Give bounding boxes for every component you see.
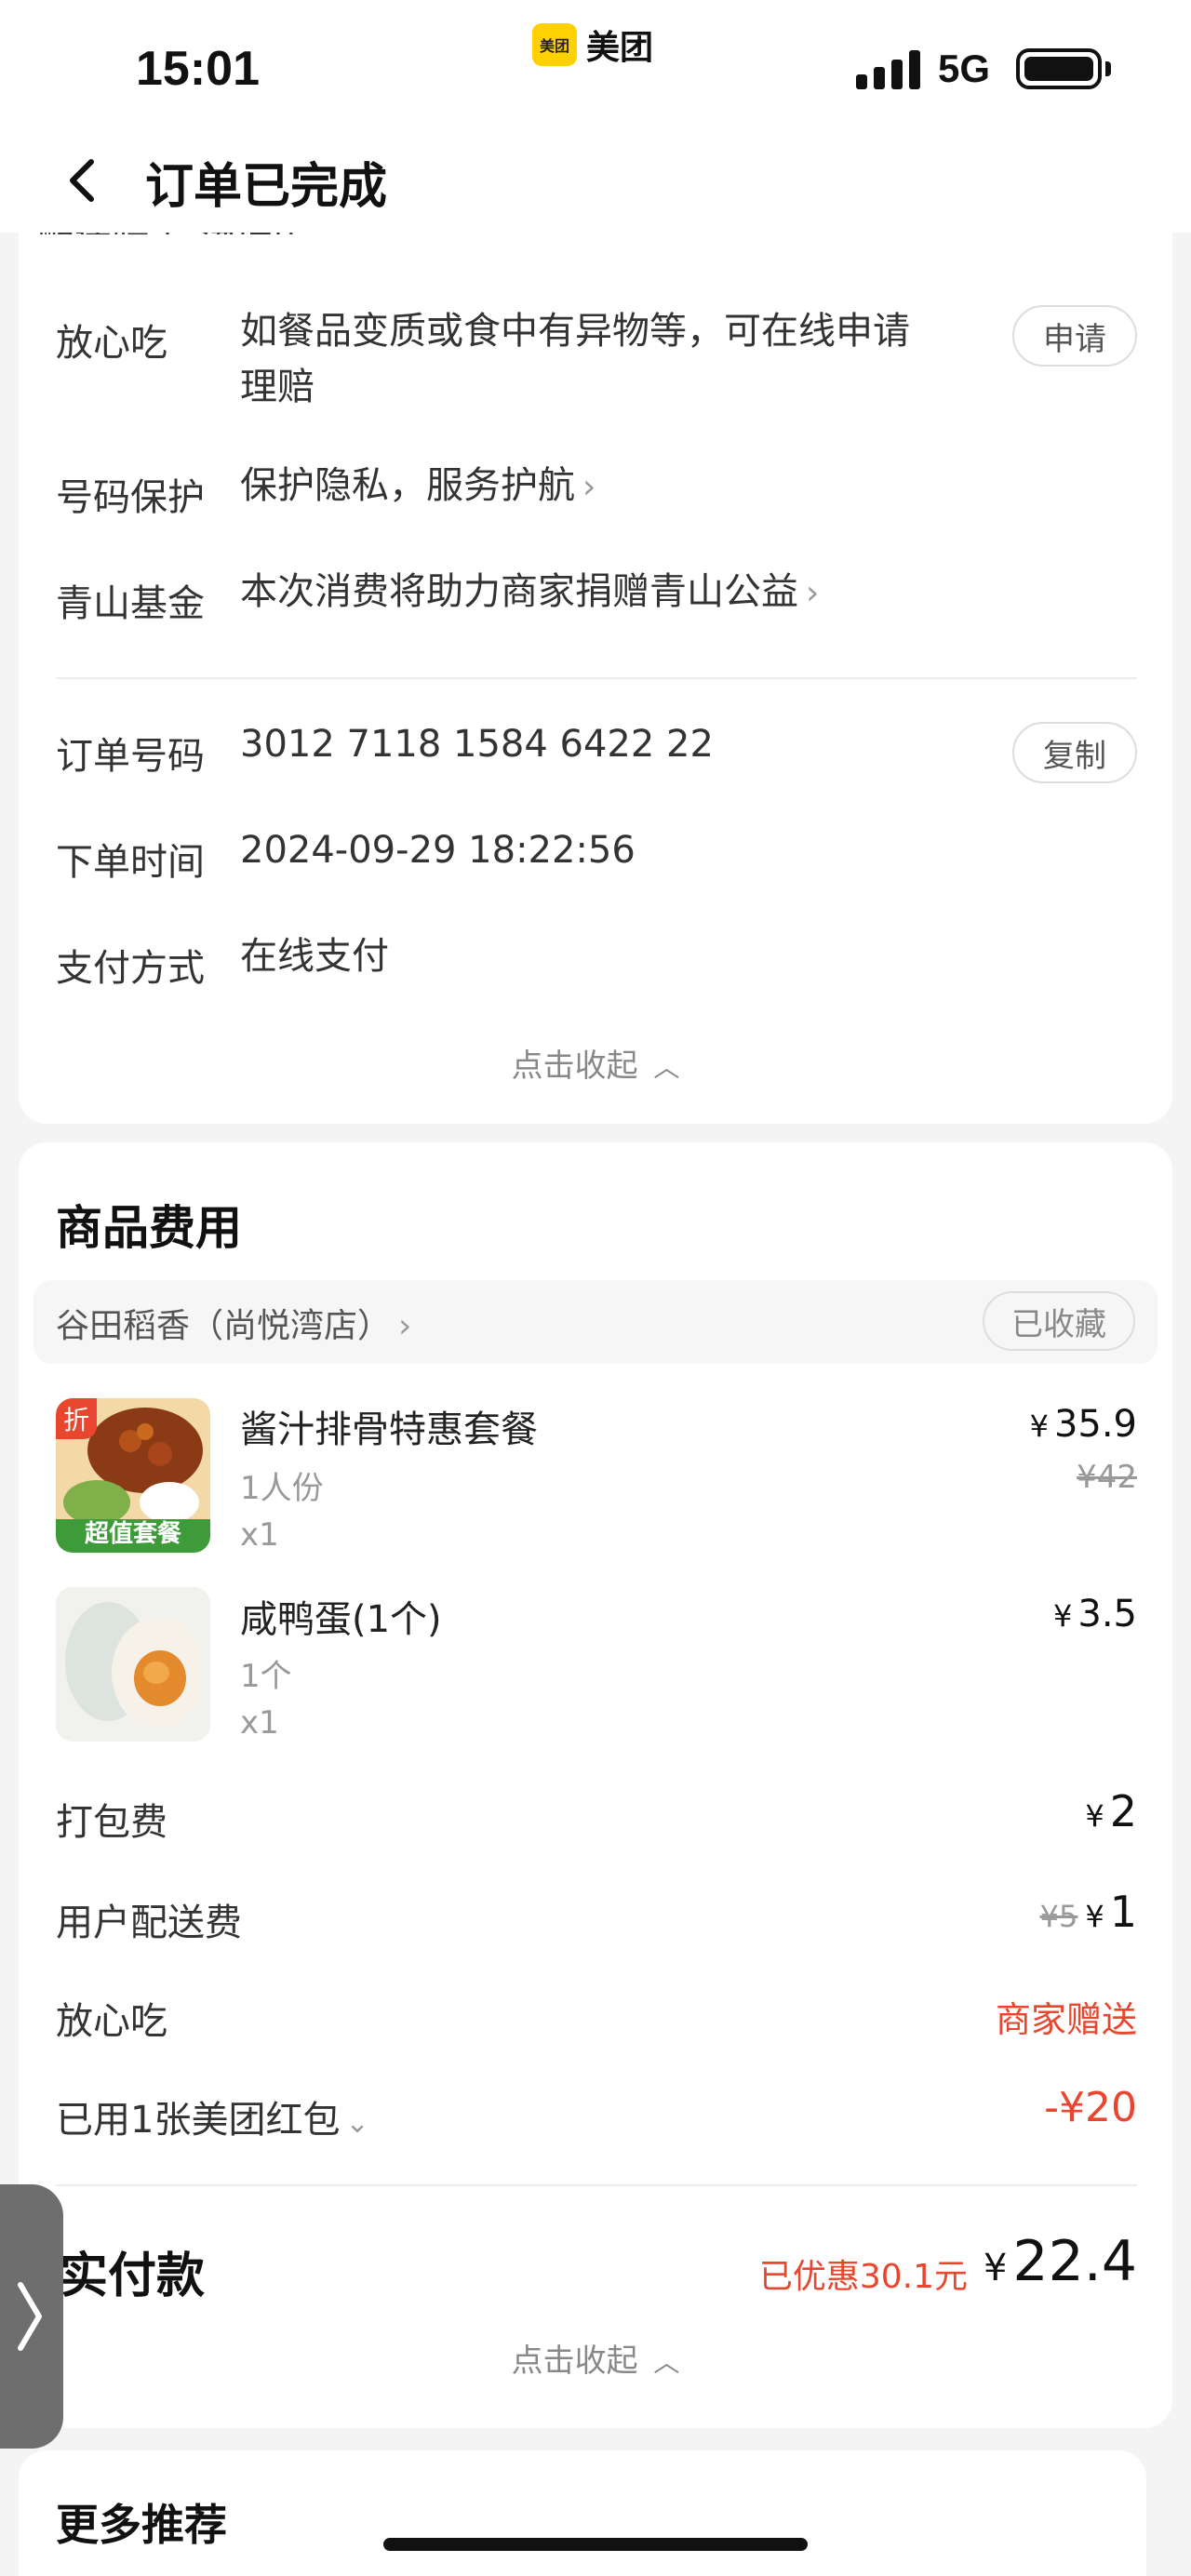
item-price-value: 35.9 — [1053, 1403, 1137, 1446]
chevron-right-icon: › — [806, 574, 820, 612]
thumb-caption: 超值套餐 — [84, 1520, 181, 1548]
payment-value: 在线支付 — [240, 935, 389, 978]
delivery-fee: ¥5 ¥1 — [1039, 1887, 1137, 1937]
item-spec: 1人份 — [240, 1470, 324, 1507]
order-no-label: 订单号码 — [56, 735, 205, 778]
collapse-label: 点击收起 — [511, 1048, 638, 1085]
nav-bar: 订单已完成 — [0, 130, 1191, 233]
apply-button[interactable]: 申请 — [1012, 305, 1137, 367]
item-qty: x1 — [240, 1516, 279, 1554]
total-amount-value: 22.4 — [1012, 2229, 1137, 2294]
shop-name-text: 谷田稻香（尚悦湾店） — [56, 1307, 392, 1345]
worry-free-value: 如餐品变质或食中有异物等，可在线申请 理赔 — [240, 303, 910, 415]
delivery-fee-value: 1 — [1109, 1887, 1137, 1937]
item-price-value: 3.5 — [1077, 1593, 1137, 1635]
more-recommend-card: 更多推荐 — [19, 2450, 1146, 2576]
combo-thumbnail[interactable]: 折 超值套餐 — [56, 1398, 210, 1553]
worry-free-label: 放心吃 — [56, 322, 167, 365]
item-price: ¥3.5 — [1053, 1593, 1137, 1635]
meituan-logo-icon: 美团 — [532, 23, 577, 66]
worry-free-line1: 如餐品变质或食中有异物等，可在线申请 — [240, 310, 910, 353]
item-name: 酱汁排骨特惠套餐 — [240, 1408, 538, 1451]
order-time-value: 2024-09-29 18:22:56 — [240, 829, 636, 872]
delivery-original-fee: ¥5 — [1039, 1899, 1078, 1934]
item-qty: x1 — [240, 1704, 279, 1742]
signal-icon — [856, 48, 920, 89]
packing-fee: ¥2 — [1085, 1786, 1137, 1836]
number-protect-value: 保护隐私，服务护航 — [240, 464, 575, 507]
chevron-down-icon: ⌄ — [345, 2107, 369, 2140]
shop-bar[interactable]: 谷田稻香（尚悦湾店） › 已收藏 — [33, 1280, 1158, 1364]
red-packet-label[interactable]: 已用1张美团红包 ⌄ — [56, 2089, 369, 2143]
brand: 美团 美团 — [532, 20, 653, 69]
network-type: 5G — [938, 47, 991, 90]
collapse-details-link[interactable]: 点击收起 ︿ — [19, 1040, 1172, 1086]
item-original-price: ¥42 — [1077, 1459, 1137, 1496]
qingshan-label: 青山基金 — [56, 582, 205, 625]
collapse-fees-link[interactable]: 点击收起 ︿ — [19, 2335, 1172, 2381]
chevron-up-icon: ︿ — [653, 2347, 680, 2378]
chevron-right-icon — [18, 2282, 42, 2351]
fees-title: 商品费用 — [56, 1201, 242, 1255]
order-time-label: 下单时间 — [56, 841, 205, 884]
item-name: 咸鸭蛋(1个) — [240, 1598, 442, 1641]
item-spec: 1个 — [240, 1658, 292, 1695]
battery-tip — [1105, 61, 1111, 76]
worry-free-line2: 理赔 — [240, 366, 314, 408]
total-label: 实付款 — [60, 2249, 206, 2304]
number-protect-link[interactable]: 保护隐私，服务护航 › — [240, 458, 596, 515]
worry-free-fee-value: 商家赠送 — [995, 1999, 1137, 2040]
red-packet-text: 已用1张美团红包 — [56, 2099, 341, 2142]
worry-free-fee-label: 放心吃 — [56, 2000, 167, 2043]
egg-thumbnail[interactable] — [56, 1587, 210, 1742]
favorited-button[interactable]: 已收藏 — [983, 1291, 1135, 1351]
chevron-right-icon: › — [398, 1307, 412, 1345]
red-packet-value: -¥20 — [1044, 2084, 1137, 2131]
status-time: 15:01 — [136, 42, 260, 96]
total-saved: 已优惠30.1元 — [758, 2258, 968, 2296]
payment-label: 支付方式 — [56, 947, 205, 990]
more-recommend-title: 更多推荐 — [56, 2500, 227, 2550]
copy-button[interactable]: 复制 — [1012, 722, 1137, 783]
order-no-value: 3012 7118 1584 6422 22 — [240, 723, 714, 766]
number-protect-label: 号码保护 — [56, 476, 205, 519]
divider — [56, 677, 1137, 679]
discount-badge: 折 — [56, 1398, 97, 1439]
salted-egg-image — [56, 1587, 210, 1742]
side-drawer-handle[interactable] — [0, 2184, 63, 2449]
item-price: ¥35.9 — [1029, 1403, 1137, 1446]
status-bar: 15:01 美团 美团 5G — [0, 0, 1191, 130]
brand-name: 美团 — [586, 29, 654, 67]
delivery-fee-label: 用户配送费 — [56, 1902, 242, 1944]
page-title: 订单已完成 — [145, 159, 388, 215]
chevron-up-icon: ︿ — [653, 1052, 680, 1083]
battery-icon — [1016, 48, 1102, 89]
shop-name[interactable]: 谷田稻香（尚悦湾店） › — [56, 1299, 411, 1347]
qingshan-link[interactable]: 本次消费将助力商家捐赠青山公益 › — [240, 564, 819, 621]
chevron-right-icon: › — [582, 468, 596, 506]
divider — [56, 2184, 1137, 2186]
order-details-card: 放心吃 如餐品变质或食中有异物等，可在线申请 理赔 申请 号码保护 保护隐私，服… — [19, 195, 1172, 1124]
qingshan-value: 本次消费将助力商家捐赠青山公益 — [240, 570, 798, 613]
packing-fee-label: 打包费 — [56, 1801, 167, 1844]
fees-card: 商品费用 谷田稻香（尚悦湾店） › 已收藏 折 超值套餐 酱汁排骨特惠套餐 1人份… — [19, 1142, 1172, 2428]
collapse-label: 点击收起 — [511, 2342, 638, 2380]
total-amount: ¥22.4 — [983, 2229, 1137, 2294]
back-icon[interactable] — [56, 153, 112, 208]
home-indicator — [383, 2538, 808, 2551]
packing-fee-value: 2 — [1109, 1786, 1137, 1836]
